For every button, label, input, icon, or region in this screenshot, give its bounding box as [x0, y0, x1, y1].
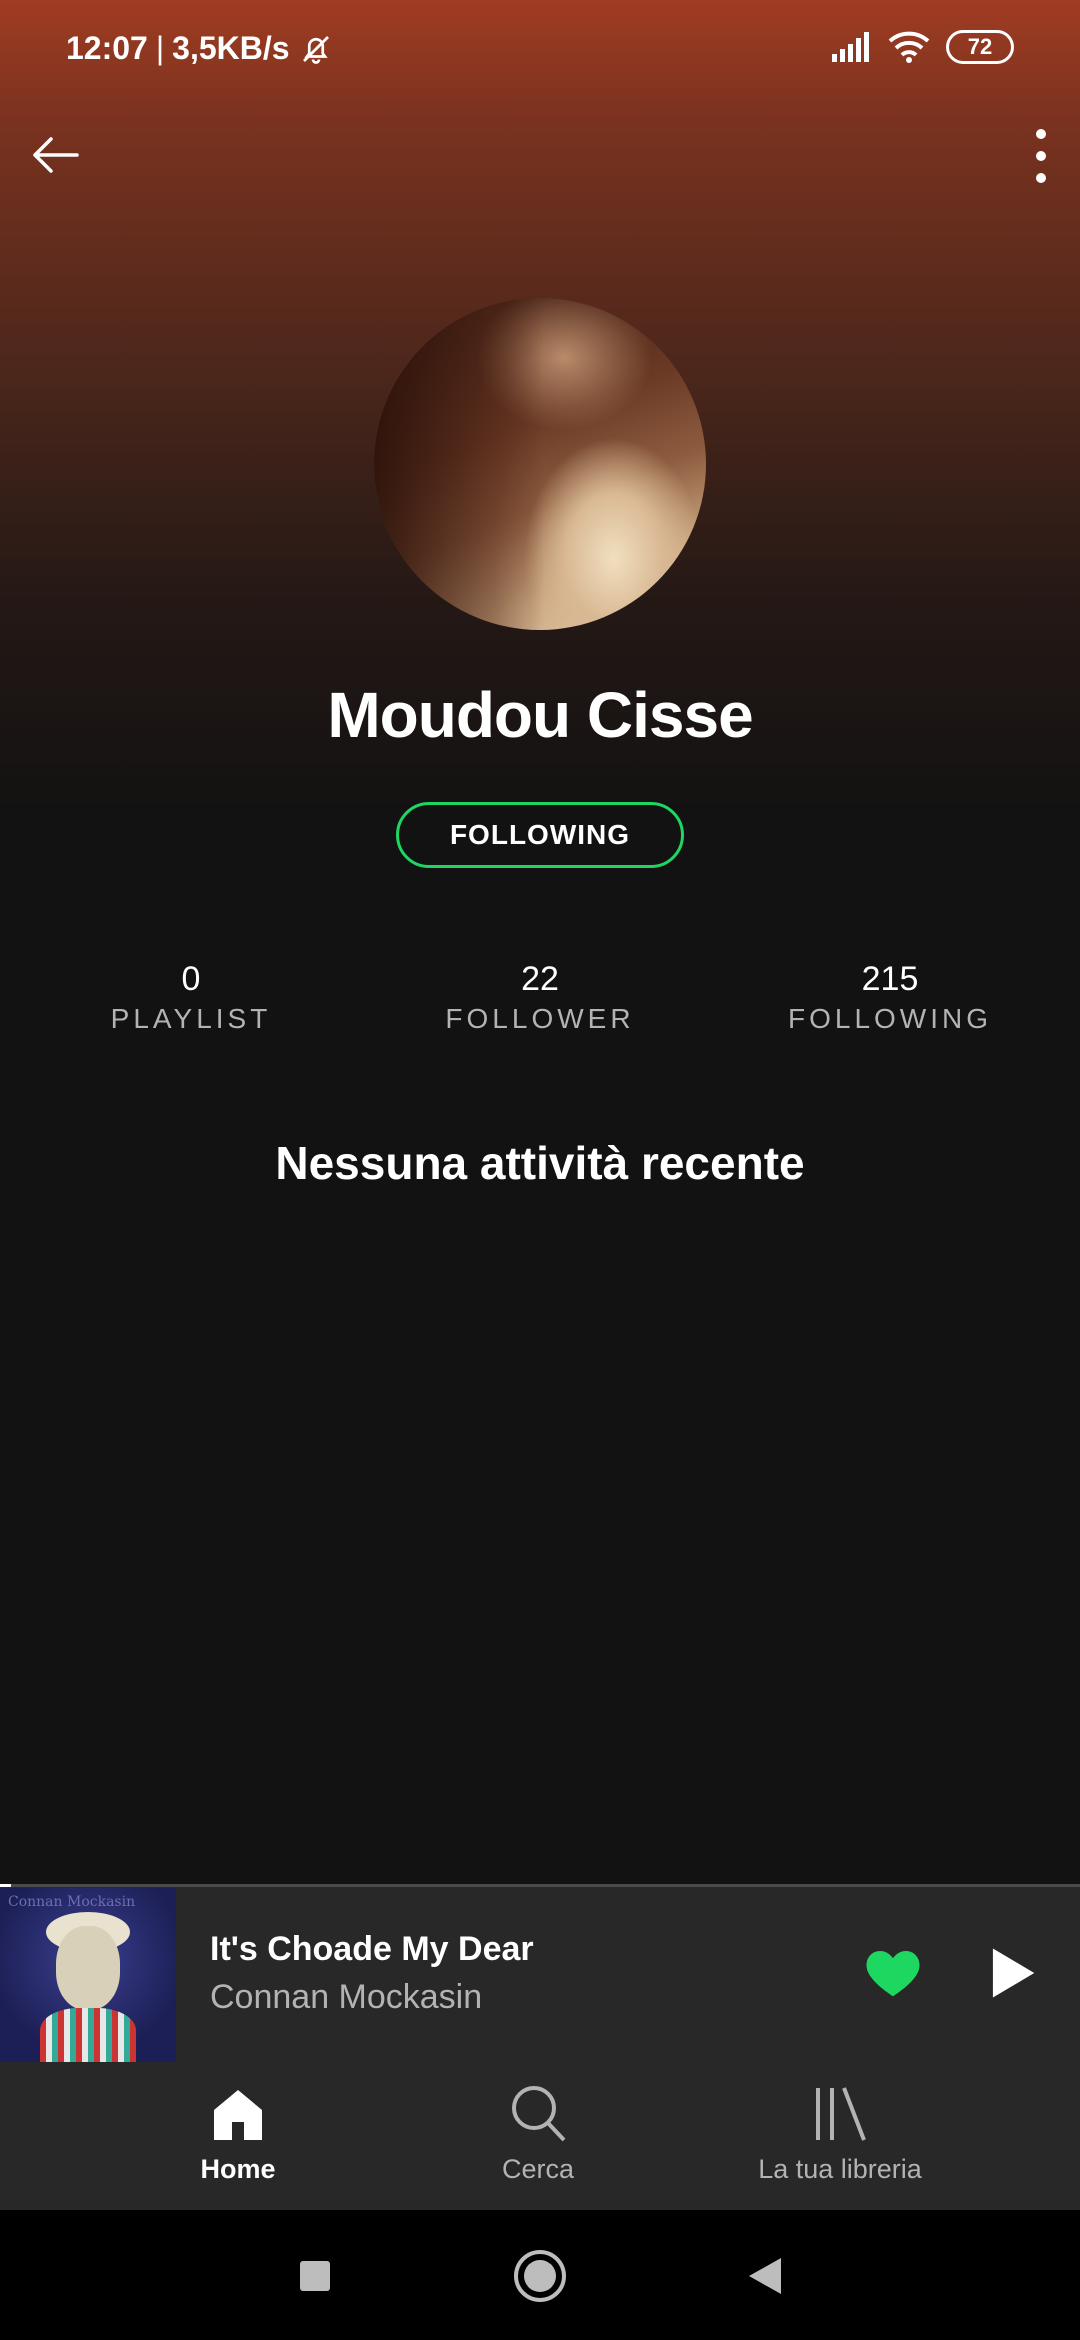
- signal-icon: [832, 32, 869, 62]
- stat-playlist-value: 0: [181, 960, 201, 998]
- battery-icon: 72: [946, 30, 1014, 64]
- mini-player[interactable]: Connan Mockasin It's Choade My Dear Conn…: [0, 1884, 1080, 2064]
- stat-follower[interactable]: 22 FOLLOWER: [390, 960, 690, 1035]
- status-separator: |: [155, 30, 165, 66]
- home-system-button[interactable]: [510, 2246, 570, 2306]
- following-button[interactable]: FOLLOWING: [396, 802, 684, 868]
- stat-following[interactable]: 215 FOLLOWING: [740, 960, 1040, 1035]
- stat-playlist[interactable]: 0 PLAYLIST: [41, 960, 341, 1035]
- wifi-icon: [888, 31, 930, 63]
- system-nav-bar: [0, 2210, 1080, 2340]
- stat-following-label: FOLLOWING: [787, 1003, 992, 1034]
- nav-search[interactable]: Cerca: [408, 2082, 668, 2185]
- album-art-figure-collar: [40, 2008, 136, 2064]
- album-art-text: Connan Mockasin: [8, 1894, 136, 1910]
- nav-library-label: La tua libreria: [758, 2154, 922, 2184]
- more-vertical-icon-dot: [1036, 173, 1046, 183]
- no-recent-activity-text: Nessuna attività recente: [275, 1137, 805, 1189]
- bell-off-icon: [302, 35, 329, 64]
- recents-button[interactable]: [285, 2246, 345, 2306]
- stat-following-value: 215: [861, 960, 919, 998]
- stat-follower-value: 22: [521, 960, 559, 998]
- playback-progress: [0, 1884, 1080, 1887]
- profile-avatar: [374, 298, 706, 630]
- album-art[interactable]: Connan Mockasin: [0, 1888, 176, 2064]
- triangle-back-icon: [749, 2258, 781, 2294]
- square-icon: [300, 2261, 330, 2291]
- profile-stats: 0 PLAYLIST 22 FOLLOWER 215 FOLLOWING: [0, 960, 1080, 1050]
- track-artist[interactable]: Connan Mockasin: [210, 1978, 482, 2017]
- nav-home[interactable]: Home: [108, 2082, 368, 2185]
- library-icon: [816, 2087, 866, 2141]
- search-icon: [512, 2086, 566, 2142]
- battery-level: 72: [967, 34, 993, 59]
- home-icon: [214, 2090, 262, 2140]
- play-icon[interactable]: [980, 1942, 1042, 2004]
- bottom-nav: Home Cerca La tua libreria: [0, 2062, 1080, 2210]
- status-time: 12:07: [66, 30, 148, 66]
- nav-home-label: Home: [200, 2154, 276, 2184]
- track-title[interactable]: It's Choade My Dear: [210, 1930, 534, 1969]
- status-net-speed: 3,5KB/s: [172, 30, 290, 66]
- heart-icon[interactable]: [862, 1942, 924, 2004]
- more-options-button[interactable]: [1014, 120, 1068, 192]
- status-left: 12:07 | 3,5KB/s: [66, 30, 334, 67]
- more-vertical-icon: [1036, 129, 1046, 139]
- nav-library[interactable]: La tua libreria: [710, 2082, 970, 2185]
- status-bar: 12:07 | 3,5KB/s 72: [0, 0, 1080, 100]
- arrow-left-icon: [33, 137, 79, 173]
- album-art-figure-head: [56, 1926, 120, 2010]
- more-vertical-icon-dot: [1036, 151, 1046, 161]
- stat-playlist-label: PLAYLIST: [110, 1003, 272, 1034]
- back-system-button[interactable]: [735, 2246, 795, 2306]
- nav-search-label: Cerca: [501, 2154, 575, 2184]
- back-button[interactable]: [24, 124, 86, 186]
- profile-name: Moudou Cisse: [327, 679, 753, 751]
- stat-follower-label: FOLLOWER: [445, 1003, 635, 1034]
- status-right: 72: [832, 30, 1014, 64]
- circle-icon: [514, 2250, 566, 2302]
- playback-progress-fill: [0, 1884, 11, 1887]
